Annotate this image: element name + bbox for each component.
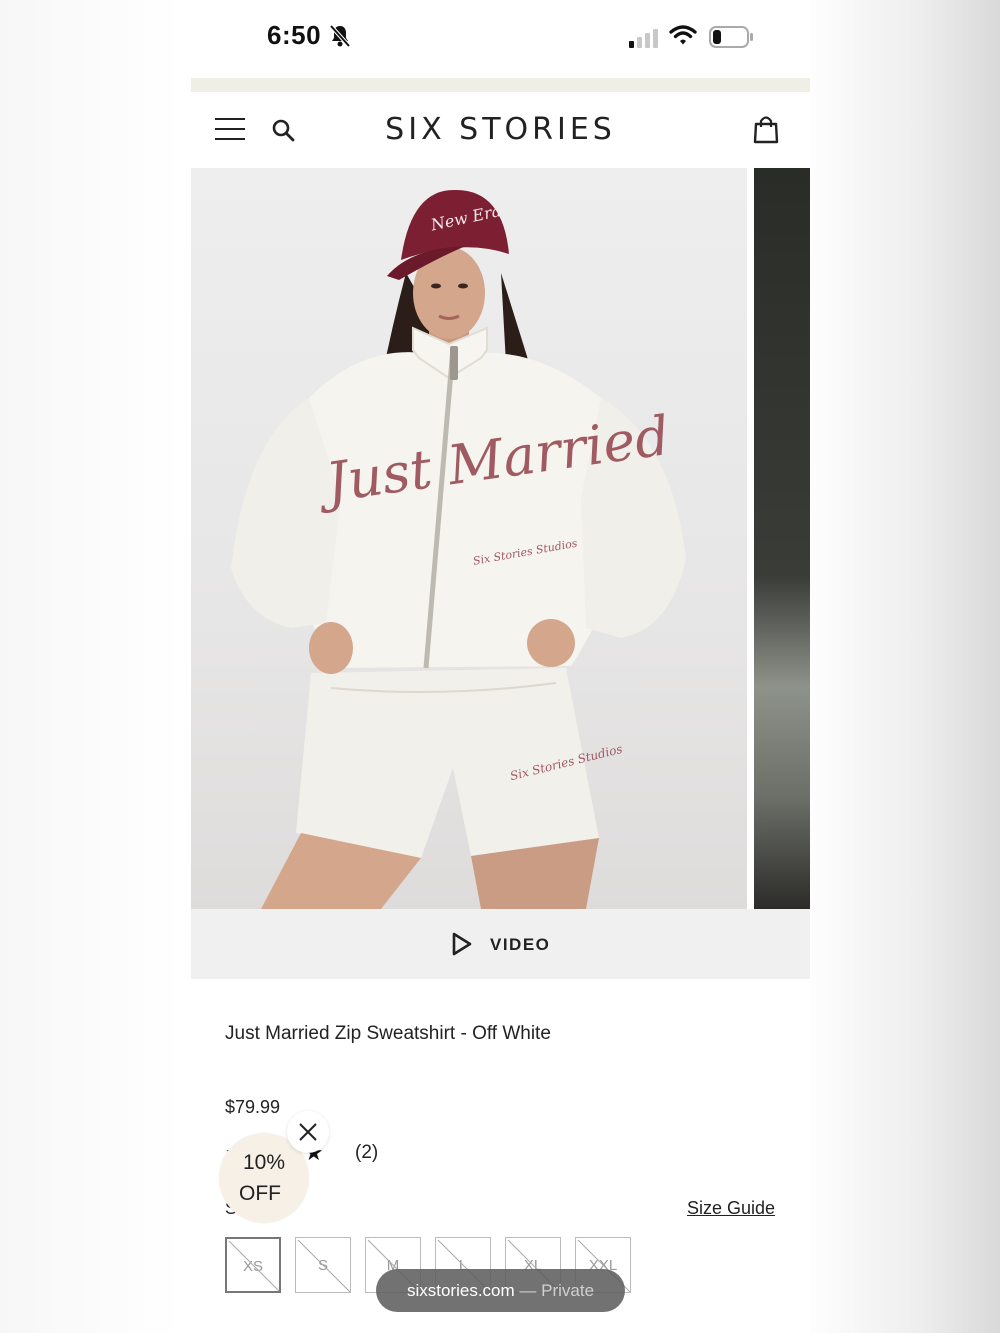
status-bar: 6:50 — [191, 0, 810, 78]
review-count[interactable]: (2) — [355, 1142, 378, 1164]
cellular-signal-icon — [629, 28, 661, 48]
size-option-xs[interactable]: XS — [225, 1237, 281, 1293]
phone-screen: 6:50 SIX STORIES New Era Six Stories Stu… — [191, 0, 810, 1333]
discount-percent: 10% — [242, 1151, 286, 1174]
next-product-photo[interactable] — [754, 168, 810, 909]
product-price: $79.99 — [225, 1097, 281, 1117]
site-header: SIX STORIES — [191, 92, 810, 168]
wifi-icon — [669, 24, 697, 51]
play-icon — [451, 932, 473, 961]
brand-logo[interactable]: SIX STORIES — [191, 112, 810, 147]
url-domain: sixstories.com — [406, 1281, 515, 1300]
product-photo: New Era Six Stories Studios Just Married… — [191, 168, 747, 909]
discount-off: OFF — [239, 1182, 281, 1205]
browser-url-pill[interactable]: sixstories.com — Private — [376, 1269, 625, 1312]
product-image-gallery[interactable]: New Era Six Stories Studios Just Married… — [191, 168, 810, 909]
close-icon — [299, 1123, 317, 1141]
promo-bar — [191, 78, 810, 92]
product-title: Just Married Zip Sweatshirt - Off White — [225, 1023, 551, 1044]
status-time: 6:50 — [267, 20, 322, 50]
shopping-bag-icon[interactable] — [753, 114, 779, 149]
private-mode-label: — Private — [519, 1281, 595, 1300]
video-label: VIDEO — [490, 935, 551, 954]
size-guide-link[interactable]: Size Guide — [687, 1198, 775, 1219]
battery-icon — [709, 26, 755, 53]
video-button[interactable]: VIDEO — [191, 909, 810, 979]
discount-close-button[interactable] — [287, 1111, 329, 1153]
bell-off-icon — [329, 24, 351, 53]
size-option-s[interactable]: S — [295, 1237, 351, 1293]
